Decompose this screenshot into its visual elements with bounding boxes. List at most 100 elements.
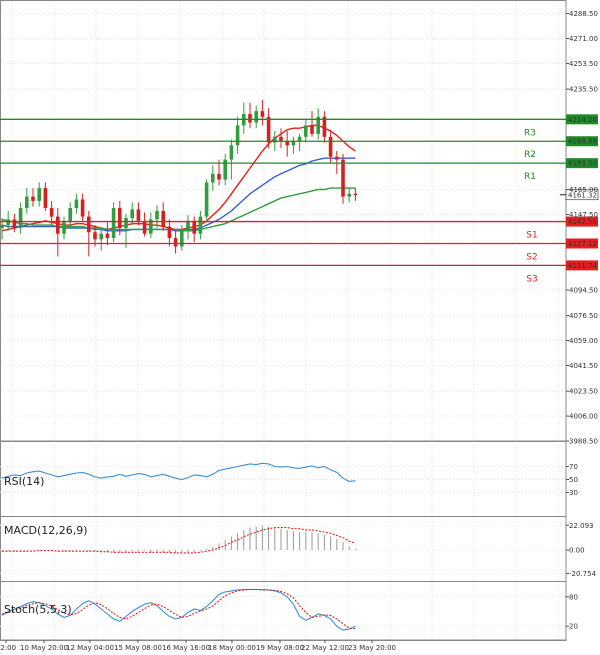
candle-body [31,196,35,201]
level-price-label: 4142.50 [568,218,597,226]
candle-body [80,199,85,217]
time-tick-label: 12:00 [0,644,16,652]
price-axis: 4288.50 4271.00 4253.50 4235.50 4165.00 4147.… [566,10,598,446]
indicator-label: RSI(14) [4,475,44,488]
level-label-r1: R1 [524,172,536,182]
time-tick-label: 18 May 00:00 [208,644,256,652]
candle-body [56,216,60,234]
candle-body [6,219,10,226]
price-tick-label: 4059.00 [569,337,598,345]
candle-body [192,220,196,234]
candle-body [266,116,271,143]
level-label-s1: S1 [526,231,537,241]
level-label-r3: R3 [524,128,536,138]
price-tick-label: 4253.50 [569,60,598,68]
candle-body [18,208,23,228]
candle-body [68,208,72,223]
candle-body [229,145,234,160]
candle-body [279,136,283,142]
indicator-tick-label: 22.093 [569,522,594,530]
candle-body [142,220,147,234]
candle-body [43,188,48,209]
indicator-tick-label: 50 [569,476,578,484]
candle-body [211,173,215,183]
indicator-tick-label: 30 [569,489,578,497]
candle-body [118,208,122,228]
indicator-tick-label: 20 [569,623,578,631]
candle-body [310,125,314,134]
indicator-panel-frame [0,581,567,641]
stock-chart: R3 4214.26 R2 4198.88 R1 4183.50 S1 4142.50 S2 41… [0,0,599,652]
moving-average-line [1,187,356,232]
time-axis: 12:00 10 May 20:0012 May 04:0015 May 08:0… [0,639,566,652]
moving-average-line [1,157,356,232]
time-tick-label: 15 May 08:00 [114,644,162,652]
level-price-label: 4111.74 [568,262,597,270]
candle-body [341,159,345,197]
candle-body [25,196,29,209]
time-tick-label: 19 May 08:00 [256,644,304,652]
candle-body [130,209,134,219]
indicator-label: MACD(12,26,9) [4,524,88,537]
candle-body [37,188,41,201]
level-price-label: 4183.50 [568,160,597,168]
candle-body [93,232,97,240]
price-tick-label: 4288.50 [569,10,598,18]
candle-body [155,210,159,220]
candle-body [62,222,66,234]
candle-body [198,216,203,234]
time-tick-label: 12 May 04:00 [66,644,114,652]
level-label-s2: S2 [526,252,537,262]
indicator-panels: 70 50 30 RSI(14) 22.093 0.00 -20.754 MACD(12,26… [0,462,597,631]
indicator-label: Stoch(5,5,3) [4,603,72,616]
level-price-label: 4127.12 [568,240,597,248]
candle-body [304,125,308,137]
level-price-label: 4214.26 [568,116,597,124]
time-tick-label: 10 May 20:00 [20,644,68,652]
price-tick-label: 4094.50 [569,286,598,294]
candle-body [260,111,265,117]
grid [0,0,566,640]
candle-body [136,209,141,221]
candle-body [161,210,165,227]
candle-body [353,193,358,196]
candle-body [74,199,79,209]
indicator-tick-label: 80 [569,593,578,601]
level-label-r2: R2 [524,150,536,160]
price-tick-label: 4041.50 [569,362,598,370]
candle-body [167,226,172,238]
candle-body [254,111,258,123]
indicator-tick-label: 70 [569,463,578,471]
price-tick-label: 4271.00 [569,35,598,43]
main-panel-frame [0,0,567,442]
candle-body [328,136,333,157]
candle-body [105,233,110,238]
price-tick-label: 4147.50 [569,211,598,219]
price-tick-label: 4006.00 [569,413,598,421]
price-tick-label: 4235.50 [569,86,598,94]
time-tick-label: 23 May 20:00 [348,644,396,652]
indicator-panel-frame [0,441,567,517]
candle-body [347,193,351,197]
candle-body [217,173,221,180]
candle-body [12,219,17,228]
indicator-tick-label: -20.754 [569,570,597,578]
candle-body [248,113,252,123]
candle-body [335,156,339,160]
price-tick-label: 3988.50 [569,438,598,446]
level-label-s3: S3 [526,274,537,284]
candle-body [99,233,103,240]
candle-body [204,182,209,217]
candle-body [235,125,240,146]
time-tick-label: 16 May 16:00 [162,644,210,652]
candle-body [124,218,128,228]
time-tick-label: 22 May 12:00 [301,644,349,652]
panel-frames [0,0,567,641]
candle-body [111,208,116,238]
indicator-tick-label: 0.00 [569,547,585,555]
candle-body [297,136,302,142]
candle-body [49,208,54,217]
candle-body [173,237,178,247]
price-tick-label: 4165.00 [569,186,598,194]
price-tick-label: 4076.50 [569,312,598,320]
